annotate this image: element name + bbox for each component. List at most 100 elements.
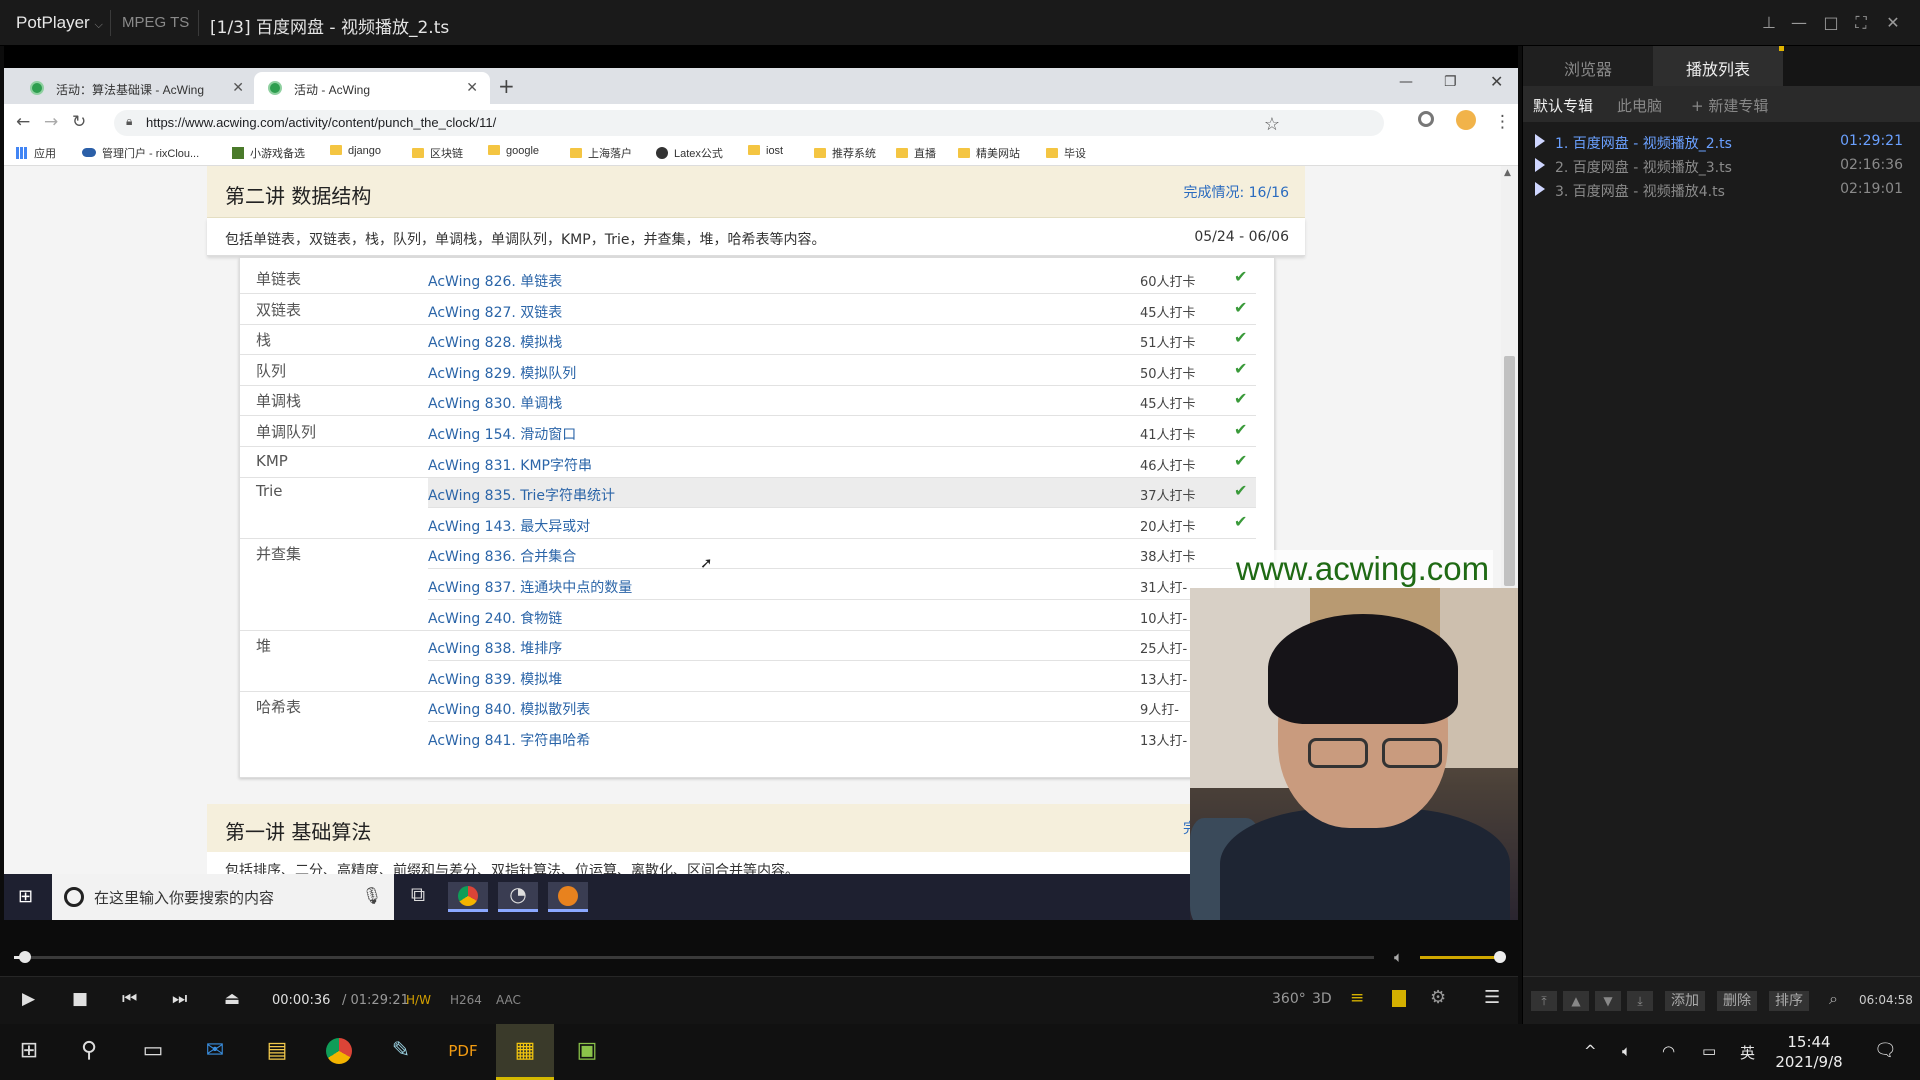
notes-icon[interactable]: ✎ xyxy=(372,1024,430,1080)
subtitle-icon[interactable] xyxy=(1392,990,1406,1007)
bookmark-google[interactable]: google xyxy=(488,145,539,157)
bookmark-games[interactable]: 小游戏备选 xyxy=(232,145,305,161)
windows-start-icon[interactable]: ⊞ xyxy=(18,886,33,907)
volume-handle[interactable] xyxy=(1494,951,1506,963)
vr-360-button[interactable]: 360° xyxy=(1272,991,1306,1007)
close-icon[interactable]: ✕ xyxy=(1880,10,1906,36)
problem-link[interactable]: AcWing 154. 滑动窗口 xyxy=(428,424,576,444)
speaker-icon[interactable]: 🔈︎ xyxy=(1622,1042,1631,1060)
scroll-up-icon[interactable]: ▲ xyxy=(1504,168,1511,178)
bookmark-thesis[interactable]: 毕设 xyxy=(1046,145,1086,161)
hw-decode-badge[interactable]: H/W xyxy=(406,993,431,1007)
problem-link[interactable]: AcWing 240. 食物链 xyxy=(428,608,562,628)
pin-icon[interactable]: ⊥ xyxy=(1756,10,1782,36)
table-row[interactable]: KMP AcWing 831. KMP字符串 46人打卡 ✔ xyxy=(240,448,1276,478)
menu-icon[interactable]: ☰ xyxy=(1484,987,1500,1008)
problem-link[interactable]: AcWing 831. KMP字符串 xyxy=(428,455,592,475)
bookmark-iost[interactable]: iost xyxy=(748,145,783,157)
close-tab-icon[interactable]: ✕ xyxy=(232,79,244,96)
problem-link[interactable]: AcWing 828. 模拟栈 xyxy=(428,332,562,352)
table-row[interactable]: 单链表 AcWing 826. 单链表 60人打卡 ✔ xyxy=(240,264,1276,294)
potplayer-taskbar-icon[interactable]: ▦ xyxy=(496,1024,554,1080)
eject-icon[interactable]: ⏏ xyxy=(224,989,240,1009)
seek-handle[interactable] xyxy=(19,951,32,963)
tab-browser[interactable]: 浏览器 xyxy=(1523,46,1653,86)
bookmark-sites[interactable]: 精美网站 xyxy=(958,145,1020,161)
audio-app-icon[interactable] xyxy=(548,882,588,912)
windows-start-icon[interactable]: ⊞ xyxy=(0,1024,58,1080)
volume-slider[interactable] xyxy=(1420,956,1502,959)
new-album-button[interactable]: + 新建专辑 xyxy=(1691,95,1768,116)
move-down-icon[interactable]: ▼ xyxy=(1595,991,1621,1011)
table-row[interactable]: 栈 AcWing 828. 模拟栈 51人打卡 ✔ xyxy=(240,325,1276,356)
chrome-close-icon[interactable]: ✕ xyxy=(1490,72,1503,91)
table-row[interactable]: 堆 AcWing 838. 堆排序 25人打- xyxy=(240,631,1276,662)
bookmark-live[interactable]: 直播 xyxy=(896,145,936,161)
tab-algorithm-course[interactable]: 活动：算法基础课 - AcWing ✕ xyxy=(16,72,256,104)
microphone-icon[interactable]: 🎙︎ xyxy=(362,886,382,905)
bookmark-admin-portal[interactable]: 管理门户 - rixClou... xyxy=(82,145,199,161)
table-row[interactable]: Trie AcWing 835. Trie字符串统计 37人打卡 ✔ xyxy=(240,478,1276,509)
playlist-item[interactable]: 3. 百度网盘 - 视频播放4.ts 02:19:01 xyxy=(1531,178,1911,202)
problem-link[interactable]: AcWing 836. 合并集合 xyxy=(428,546,576,566)
terminal-icon[interactable]: ▭ xyxy=(124,1024,182,1080)
image-viewer-icon[interactable]: ▣ xyxy=(558,1024,616,1080)
wifi-icon[interactable]: ◠ xyxy=(1662,1042,1675,1060)
table-row[interactable]: 单调队列 AcWing 154. 滑动窗口 41人打卡 ✔ xyxy=(240,417,1276,447)
profile-avatar-icon[interactable] xyxy=(1456,110,1476,130)
chrome-restore-icon[interactable]: ❐ xyxy=(1444,74,1457,90)
bookmark-blockchain[interactable]: 区块链 xyxy=(412,145,463,161)
windows-search-box[interactable]: 在这里输入你要搜索的内容 🎙︎ xyxy=(52,874,394,920)
table-row[interactable]: AcWing 240. 食物链 10人打- xyxy=(240,601,1276,631)
playlist-item[interactable]: 1. 百度网盘 - 视频播放_2.ts 01:29:21 xyxy=(1531,130,1911,154)
chrome-icon[interactable] xyxy=(310,1024,368,1080)
bookmark-latex[interactable]: Latex公式 xyxy=(656,145,723,161)
problem-link[interactable]: AcWing 839. 模拟堆 xyxy=(428,669,562,689)
volume-icon[interactable]: 🔈︎ xyxy=(1394,948,1403,966)
move-bottom-icon[interactable]: ⤓ xyxy=(1627,991,1653,1011)
system-clock[interactable]: 15:44 2021/9/8 xyxy=(1764,1032,1854,1072)
notification-icon[interactable]: 🗨︎ xyxy=(1874,1040,1897,1061)
file-explorer-icon[interactable]: ▤ xyxy=(248,1024,306,1080)
table-row[interactable]: AcWing 837. 连通块中点的数量 31人打- xyxy=(240,570,1276,600)
potplayer-menu-button[interactable]: PotPlayer ⌵ xyxy=(16,13,103,33)
next-icon[interactable]: ⏭ xyxy=(172,989,187,1009)
bookmark-shanghai[interactable]: 上海落户 xyxy=(570,145,632,161)
tab-activity[interactable]: 活动 - AcWing ✕ xyxy=(254,72,490,104)
table-row[interactable]: 并查集 AcWing 836. 合并集合 38人打卡 xyxy=(240,539,1276,570)
3d-button[interactable]: 3D xyxy=(1312,991,1332,1007)
section2-header[interactable]: 第二讲 数据结构 完成情况: 16/16 xyxy=(207,166,1305,218)
problem-link[interactable]: AcWing 826. 单链表 xyxy=(428,271,562,291)
settings-gear-icon[interactable]: ⚙ xyxy=(1430,987,1446,1008)
chrome-minimize-icon[interactable]: — xyxy=(1399,74,1413,90)
forward-icon[interactable]: → xyxy=(44,112,58,132)
tab-playlist[interactable]: 播放列表 xyxy=(1653,46,1783,86)
scrollbar-thumb[interactable] xyxy=(1504,356,1515,586)
bookmark-recsys[interactable]: 推荐系统 xyxy=(814,145,876,161)
table-row[interactable]: AcWing 839. 模拟堆 13人打- xyxy=(240,662,1276,692)
tab-default-album[interactable]: 默认专辑 xyxy=(1533,95,1593,116)
previous-icon[interactable]: ⏮ xyxy=(122,989,137,1009)
audio-codec-badge[interactable]: AAC xyxy=(496,993,521,1007)
mail-icon[interactable]: ✉ xyxy=(186,1024,244,1080)
problem-link[interactable]: AcWing 840. 模拟散列表 xyxy=(428,699,590,719)
bookmark-django[interactable]: django xyxy=(330,145,381,157)
bookmark-apps[interactable]: 应用 xyxy=(16,145,56,161)
reload-icon[interactable]: ↻ xyxy=(72,112,86,132)
tab-this-pc[interactable]: 此电脑 xyxy=(1617,95,1662,116)
move-top-icon[interactable]: ⤒ xyxy=(1531,991,1557,1011)
problem-link[interactable]: AcWing 835. Trie字符串统计 xyxy=(428,485,615,505)
delete-button[interactable]: 删除 xyxy=(1717,991,1757,1011)
battery-icon[interactable]: ▭ xyxy=(1702,1042,1716,1060)
minimize-icon[interactable]: — xyxy=(1786,10,1812,36)
section1-header[interactable]: 第一讲 基础算法 完 xyxy=(207,804,1305,852)
stop-icon[interactable]: ■ xyxy=(72,989,88,1009)
new-tab-button[interactable]: + xyxy=(498,74,515,98)
playlist-item[interactable]: 2. 百度网盘 - 视频播放_3.ts 02:16:36 xyxy=(1531,154,1911,178)
problem-link[interactable]: AcWing 837. 连通块中点的数量 xyxy=(428,577,632,597)
search-icon[interactable]: ⚲ xyxy=(60,1024,118,1080)
fullscreen-icon[interactable]: ⛶ xyxy=(1848,10,1874,36)
video-codec-badge[interactable]: H264 xyxy=(450,993,482,1007)
add-button[interactable]: 添加 xyxy=(1665,991,1705,1011)
table-row[interactable]: 队列 AcWing 829. 模拟队列 50人打卡 ✔ xyxy=(240,356,1276,386)
